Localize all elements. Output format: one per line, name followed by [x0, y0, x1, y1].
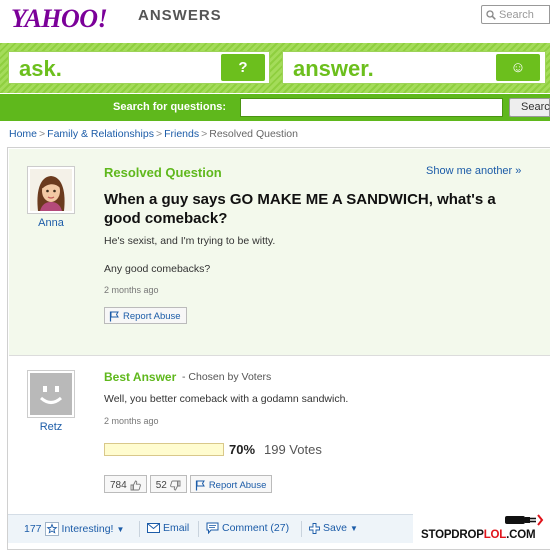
search-questions-label: Search for questions: — [113, 101, 227, 113]
header-search-input[interactable]: Search — [481, 5, 550, 24]
flag-icon — [109, 311, 119, 322]
best-answer-timestamp: 2 months ago — [104, 416, 159, 426]
asker-avatar[interactable] — [27, 166, 75, 214]
yahoo-logo[interactable]: YAHOO! — [11, 4, 108, 34]
breadcrumb-separator: > — [201, 128, 208, 140]
plus-icon — [309, 522, 320, 534]
comment-button[interactable]: Comment (27) — [206, 522, 289, 534]
section-divider — [9, 355, 550, 356]
breadcrumb-separator: > — [39, 128, 46, 140]
thumbs-up-button[interactable]: 784 — [104, 475, 147, 493]
thumbs-down-icon — [169, 480, 181, 490]
question-action-toolbar: 177 Interesting! ▼ Email Comment (27) Sa… — [8, 514, 413, 543]
question-title: When a guy says GO MAKE ME A SANDWICH, w… — [104, 191, 496, 227]
watermark-text: STOPDROPLOL.COM — [421, 529, 536, 541]
email-label: Email — [163, 522, 190, 534]
question-report-abuse-button[interactable]: Report Abuse — [104, 307, 187, 324]
site-header: YAHOO! ANSWERS Search — [0, 0, 550, 42]
answers-wordmark[interactable]: ANSWERS — [138, 7, 222, 24]
breadcrumb-separator: > — [155, 128, 163, 140]
comment-icon — [206, 522, 219, 534]
save-button[interactable]: Save ▼ — [309, 522, 358, 534]
asker-name[interactable]: Anna — [27, 217, 75, 229]
question-search-bar: Search for questions: Search — [0, 94, 550, 121]
vote-percentage-bar — [104, 443, 224, 456]
toolbar-separator — [198, 521, 199, 537]
answer-box[interactable]: answer. ☺ — [282, 51, 546, 84]
comment-label: Comment (27) — [222, 522, 290, 534]
thumbs-up-icon — [130, 480, 141, 490]
breadcrumb-friends[interactable]: Friends — [164, 128, 199, 140]
ask-box[interactable]: ask. ? — [8, 51, 270, 84]
watermark-part3: .COM — [506, 529, 536, 541]
email-button[interactable]: Email — [147, 522, 189, 534]
breadcrumb-family-relationships[interactable]: Family & Relationships — [47, 128, 154, 140]
vote-count: 199 Votes — [264, 442, 322, 457]
breadcrumb-home[interactable]: Home — [9, 128, 37, 140]
header-search-placeholder: Search — [499, 8, 534, 21]
best-answer-heading: Best Answer — [104, 370, 177, 384]
search-icon — [486, 9, 496, 20]
toolbar-separator — [301, 521, 302, 537]
resolved-question-heading: Resolved Question — [104, 165, 222, 180]
plug-logo-icon — [505, 514, 544, 526]
question-body-line1: He's sexist, and I'm trying to be witty. — [104, 235, 276, 247]
chevron-down-icon: ▼ — [349, 523, 358, 533]
answer-report-abuse-button[interactable]: Report Abuse — [189, 475, 273, 493]
question-timestamp: 2 months ago — [104, 285, 159, 295]
interesting-button[interactable]: 177 Interesting! ▼ — [24, 522, 124, 536]
thumbs-up-count: 784 — [110, 479, 127, 491]
ask-label: ask. — [19, 56, 62, 81]
interesting-count: 177 — [24, 523, 42, 535]
flag-icon — [195, 480, 205, 490]
vote-percentage: 70% — [229, 442, 256, 457]
watermark-part1: STOPDROP — [421, 529, 484, 541]
rating-controls: 784 52 Report Abuse — [104, 475, 273, 493]
answerer-avatar[interactable] — [27, 370, 75, 418]
smiley-icon: ☺ — [510, 59, 526, 76]
question-search-input[interactable] — [240, 98, 503, 117]
chosen-by-voters: - Chosen by Voters — [182, 371, 272, 383]
search-button[interactable]: Search — [509, 98, 550, 117]
question-section — [9, 149, 550, 355]
envelope-icon — [147, 523, 160, 533]
breadcrumb-current: Resolved Question — [209, 128, 298, 140]
thumbs-down-button[interactable]: 52 — [149, 475, 187, 493]
thumbs-down-count: 52 — [155, 479, 167, 491]
toolbar-separator — [139, 521, 140, 537]
answerer-name[interactable]: Retz — [27, 421, 75, 433]
star-icon — [44, 522, 59, 536]
question-mark-icon: ? — [238, 59, 248, 76]
report-abuse-label: Report Abuse — [123, 311, 181, 322]
interesting-label: Interesting! — [61, 523, 114, 535]
best-answer-text: Well, you better comeback with a godamn … — [104, 393, 349, 405]
default-avatar-icon — [30, 373, 72, 415]
chevron-down-icon: ▼ — [116, 524, 125, 534]
show-another-link[interactable]: Show me another » — [426, 165, 521, 177]
breadcrumb: Home > Family & Relationships > Friends > Reso… — [9, 128, 298, 140]
report-abuse-label: Report Abuse — [208, 479, 267, 491]
question-body-line2: Any good comebacks? — [104, 263, 211, 275]
asker-avatar-icon — [30, 169, 72, 211]
stopdroplol-watermark: STOPDROPLOL.COM — [419, 509, 550, 547]
save-label: Save — [323, 522, 347, 534]
answer-label: answer. — [293, 56, 374, 81]
watermark-part2: LOL — [483, 529, 507, 541]
ask-button[interactable]: ? — [221, 54, 265, 81]
answer-button[interactable]: ☺ — [496, 54, 540, 81]
